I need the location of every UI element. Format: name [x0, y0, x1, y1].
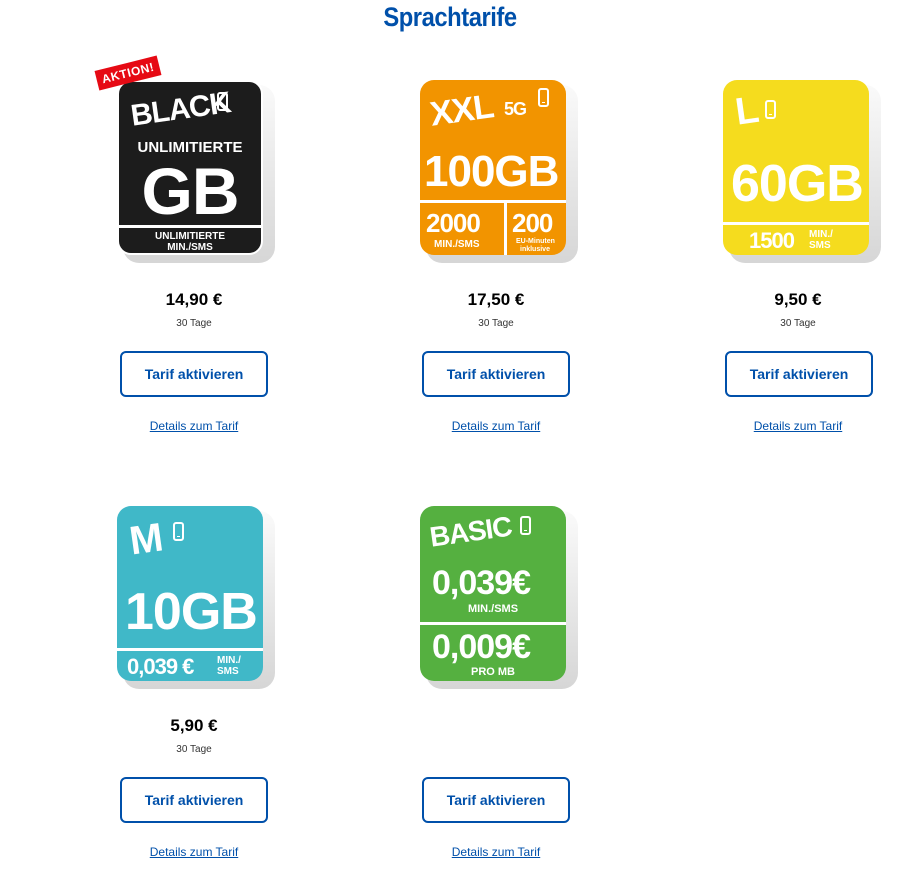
page-title: Sprachtarife — [383, 2, 517, 32]
tariff-period: 30 Tage — [176, 744, 212, 755]
activate-button-xxl[interactable]: Tarif aktivieren — [422, 351, 570, 397]
tariff-card-l[interactable]: L 60GB 1500 MIN./ SMS — [723, 80, 883, 265]
tariff-tile-black: BLACK UNLIMITIERTE GB UNLIMITIERTE MIN./… — [117, 80, 263, 255]
details-link-m[interactable]: Details zum Tarif — [114, 845, 274, 859]
tariff-tile-xxl: XXL 5G 100GB 2000 MIN./SMS 200 EU-Minute… — [420, 80, 566, 255]
tariff-name: XXL — [427, 87, 496, 134]
data-volume: GB — [141, 154, 240, 228]
footer-line-1: UNLIMITIERTE — [155, 231, 225, 242]
divider — [119, 225, 261, 228]
tariff-card-xxl[interactable]: XXL 5G 100GB 2000 MIN./SMS 200 EU-Minute… — [420, 80, 580, 265]
sms-unit: SMS — [217, 666, 239, 677]
tariff-price: 17,50 € — [467, 290, 525, 309]
tariff-price: 9,50 € — [774, 290, 822, 309]
details-link-xxl[interactable]: Details zum Tarif — [416, 419, 576, 433]
details-link-basic[interactable]: Details zum Tarif — [416, 845, 576, 859]
tariff-period: 30 Tage — [176, 318, 212, 329]
tariff-period: 30 Tage — [478, 318, 514, 329]
footer-line-2: MIN./SMS — [167, 242, 213, 253]
divider — [723, 222, 869, 225]
tariff-name: BASIC — [427, 510, 514, 553]
minutes-unit: MIN./ — [217, 655, 241, 666]
smartphone-icon — [520, 516, 531, 535]
data-volume: 10GB — [125, 583, 258, 641]
smartphone-icon — [173, 522, 184, 541]
minute-rate: 0,039 € — [127, 654, 194, 679]
smartphone-icon — [217, 92, 228, 111]
eu-minutes-value: 200 — [512, 208, 553, 238]
smartphone-icon — [538, 88, 549, 107]
tariff-tile-l: L 60GB 1500 MIN./ SMS — [723, 80, 869, 255]
tariff-period: 30 Tage — [780, 318, 816, 329]
tariff-price: 14,90 € — [165, 290, 223, 309]
tariff-tile-basic: BASIC 0,039€ MIN./SMS 0,009€ PRO MB — [420, 506, 566, 681]
divider — [420, 622, 566, 625]
activate-button-basic[interactable]: Tarif aktivieren — [422, 777, 570, 823]
divider — [117, 648, 263, 651]
eu-minutes-unit: EU-Minuten — [516, 238, 555, 245]
unlimited-label: UNLIMITIERTE — [137, 139, 243, 156]
tariff-name: L — [732, 88, 761, 134]
tariff-card-black[interactable]: BLACK UNLIMITIERTE GB UNLIMITIERTE MIN./… — [117, 80, 277, 265]
minutes-value: 1500 — [749, 228, 795, 253]
tariff-tile-m: M 10GB 0,039 € MIN./ SMS — [117, 506, 263, 681]
network-tag: 5G — [504, 99, 527, 119]
minute-rate-unit: MIN./SMS — [467, 603, 519, 615]
data-volume: 100GB — [424, 147, 559, 196]
minute-rate: 0,039€ — [432, 564, 531, 602]
eu-minutes-note: inklusive — [520, 246, 550, 253]
minutes-unit: MIN./ — [809, 229, 833, 240]
minutes-unit: MIN./SMS — [434, 239, 480, 250]
smartphone-icon — [765, 100, 776, 119]
details-link-black[interactable]: Details zum Tarif — [114, 419, 274, 433]
tariff-card-m[interactable]: M 10GB 0,039 € MIN./ SMS — [117, 506, 277, 691]
divider — [504, 203, 507, 255]
data-rate: 0,009€ — [432, 628, 531, 666]
activate-button-m[interactable]: Tarif aktivieren — [120, 777, 268, 823]
data-volume: 60GB — [731, 155, 864, 213]
sms-unit: SMS — [809, 240, 831, 251]
activate-button-black[interactable]: Tarif aktivieren — [120, 351, 268, 397]
tariff-card-basic[interactable]: BASIC 0,039€ MIN./SMS 0,009€ PRO MB — [420, 506, 580, 691]
tariff-price: 5,90 € — [170, 716, 218, 735]
activate-button-l[interactable]: Tarif aktivieren — [725, 351, 873, 397]
data-rate-unit: PRO MB — [471, 666, 515, 678]
details-link-l[interactable]: Details zum Tarif — [718, 419, 878, 433]
divider — [420, 200, 566, 203]
tariff-name: M — [126, 515, 165, 564]
minutes-value: 2000 — [426, 208, 481, 238]
